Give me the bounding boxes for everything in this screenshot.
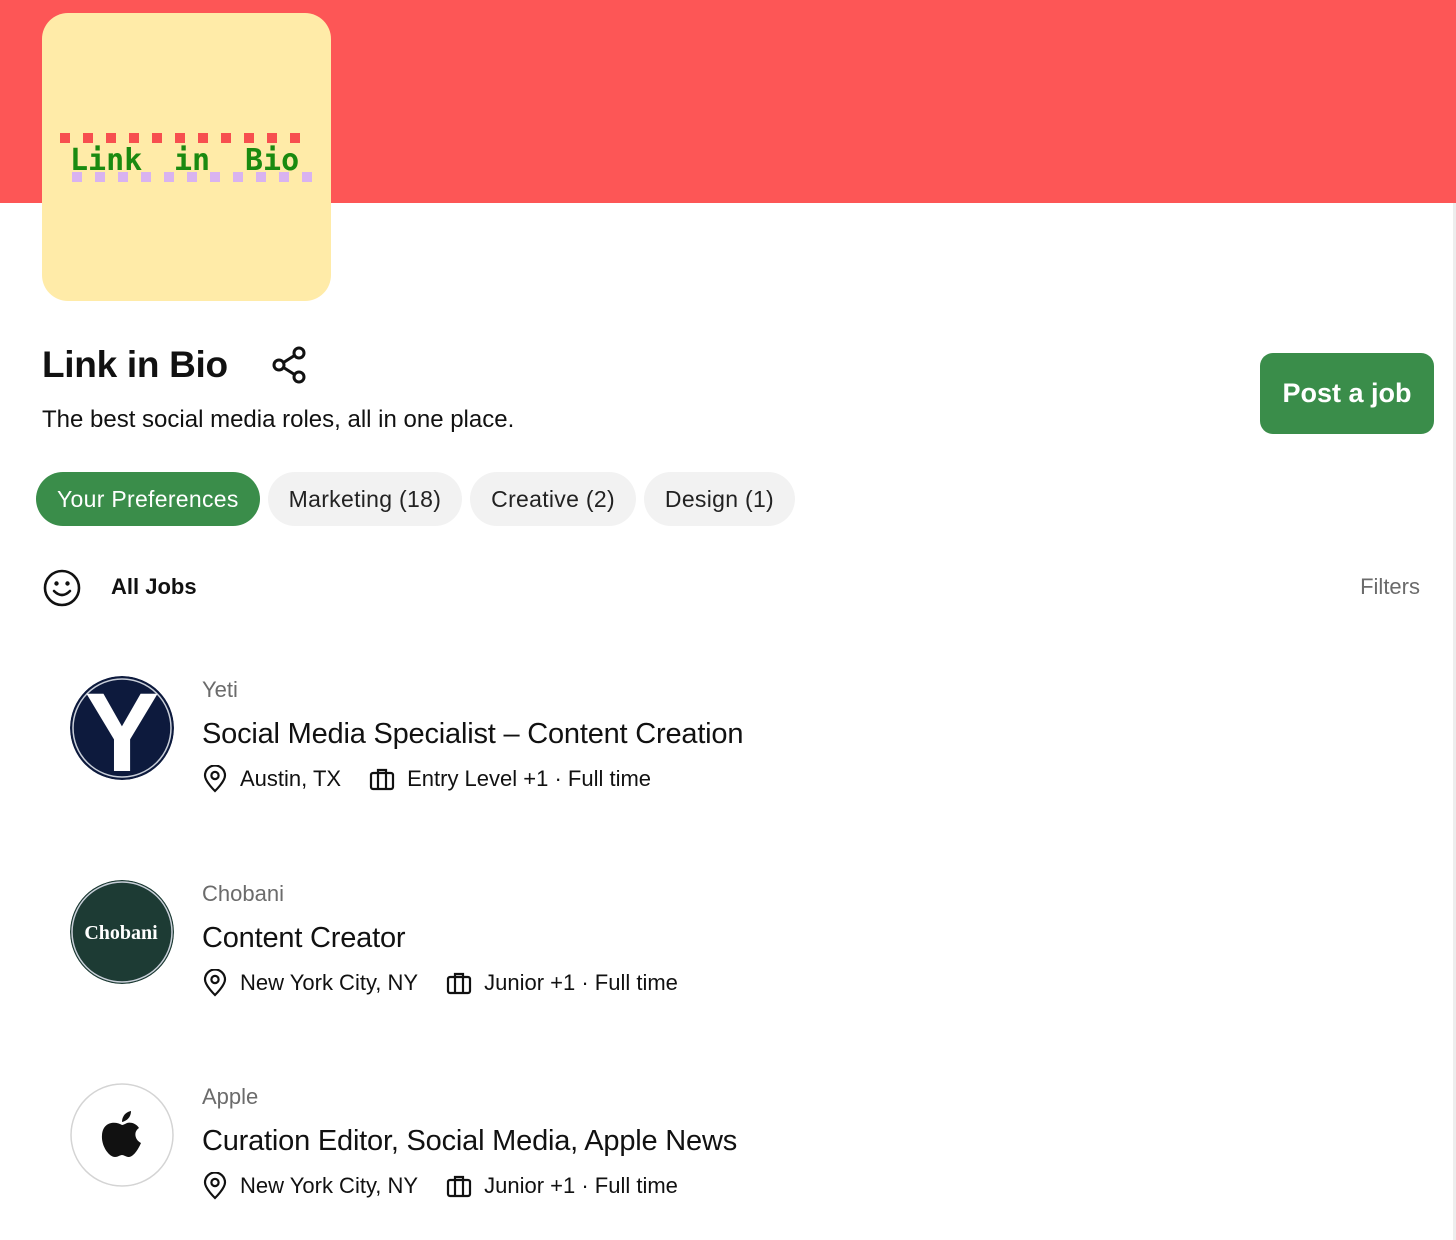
jobs-header: All Jobs Filters: [42, 566, 1420, 610]
briefcase-icon: [369, 768, 395, 791]
job-meta: Austin, TX Entry Level +1 · Full time: [202, 765, 651, 793]
chip-marketing[interactable]: Marketing (18): [267, 472, 463, 526]
chobani-logo-text: Chobani: [84, 922, 158, 944]
company-name: Yeti: [202, 677, 238, 702]
location-pin-icon: [203, 765, 227, 793]
company-logo-yeti: Y: [70, 676, 174, 780]
logo-word-2: in: [174, 143, 210, 178]
job-card-chobani[interactable]: Chobani Chobani Content Creator New York…: [70, 880, 1370, 1030]
all-jobs-label: All Jobs: [111, 574, 197, 599]
briefcase-icon: [447, 1175, 472, 1198]
job-level: Entry Level +1 · Full time: [407, 766, 652, 791]
job-title[interactable]: Content Creator: [202, 922, 406, 955]
job-level: Junior +1 · Full time: [484, 1173, 678, 1198]
job-location: New York City, NY: [240, 970, 419, 995]
chip-creative[interactable]: Creative (2): [470, 472, 636, 526]
job-meta: New York City, NY Junior +1 · Full time: [202, 1172, 678, 1200]
page-title: Link in Bio: [42, 344, 228, 385]
job-card-apple[interactable]: Apple Curation Editor, Social Media, App…: [70, 1083, 1370, 1233]
location-pin-icon: [203, 1172, 227, 1200]
smile-icon: [43, 569, 81, 607]
logo-word-3: Bio: [245, 143, 299, 178]
job-title[interactable]: Curation Editor, Social Media, Apple New…: [202, 1125, 737, 1158]
job-location: Austin, TX: [240, 766, 342, 791]
job-level: Junior +1 · Full time: [484, 970, 678, 995]
company-name: Apple: [202, 1084, 259, 1109]
job-meta: New York City, NY Junior +1 · Full time: [202, 969, 678, 997]
share-icon[interactable]: [270, 345, 310, 385]
job-location: New York City, NY: [240, 1173, 419, 1198]
board-logo: Link in Bio: [42, 13, 331, 301]
filters-button[interactable]: Filters: [1360, 574, 1420, 600]
company-logo-chobani: Chobani: [70, 880, 174, 984]
logo-word-1: Link: [70, 143, 142, 178]
title-row: Link in Bio: [42, 344, 310, 386]
location-pin-icon: [203, 969, 227, 997]
job-title[interactable]: Social Media Specialist – Content Creati…: [202, 718, 743, 751]
job-card-yeti[interactable]: Y Yeti Social Media Specialist – Content…: [70, 676, 1370, 826]
job-board-page: Link in Bio Link in Bio The best social …: [0, 0, 1456, 1240]
company-logo-apple: [70, 1083, 174, 1187]
company-name: Chobani: [202, 881, 284, 906]
briefcase-icon: [447, 972, 472, 995]
yeti-logo-letter: Y: [85, 676, 160, 780]
category-chips: Your Preferences Marketing (18) Creative…: [36, 472, 796, 526]
board-tagline: The best social media roles, all in one …: [42, 406, 515, 433]
chip-design[interactable]: Design (1): [643, 472, 796, 526]
chip-your-preferences[interactable]: Your Preferences: [36, 472, 260, 526]
post-job-button[interactable]: Post a job: [1260, 353, 1434, 434]
